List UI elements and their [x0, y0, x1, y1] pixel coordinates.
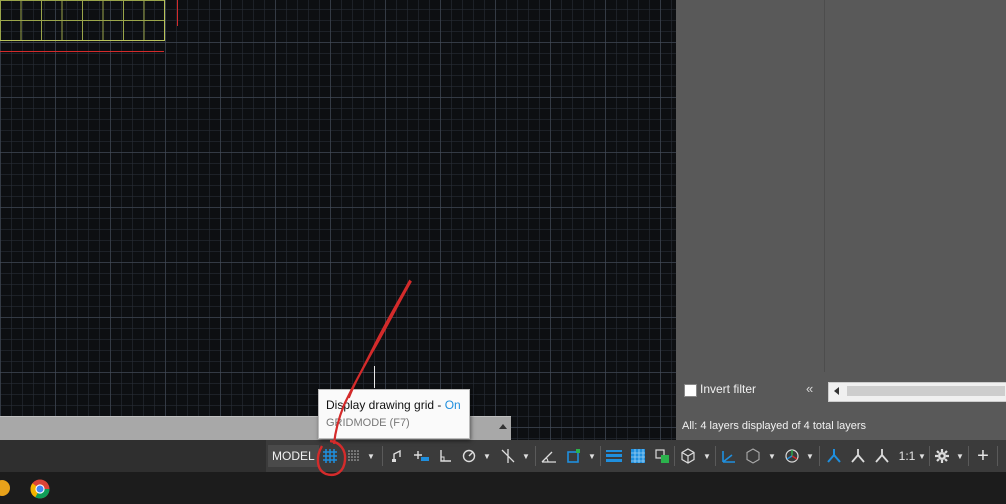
scrollbar-thumb[interactable]	[847, 386, 1005, 396]
dynamic-input-icon[interactable]	[410, 445, 432, 467]
tooltip-state: On	[444, 398, 461, 412]
windows-taskbar	[0, 472, 1006, 504]
gizmo-dropdown-chevron-icon[interactable]: ▼	[803, 445, 817, 467]
status-separator	[997, 446, 998, 466]
object-snap-tracking-icon[interactable]	[538, 445, 560, 467]
workspace-gear-icon[interactable]	[931, 445, 953, 467]
grid-tooltip: Display drawing grid - On GRIDMODE (F7)	[318, 389, 470, 439]
dimension-line-horizontal	[0, 51, 164, 52]
isometric-drafting-icon[interactable]	[497, 445, 519, 467]
chrome-icon[interactable]	[30, 479, 50, 499]
annotation-visibility-icon[interactable]	[823, 445, 845, 467]
layer-list-horizontal-scrollbar[interactable]	[828, 382, 1006, 402]
dynamic-ucs-icon[interactable]	[718, 445, 740, 467]
selection-filter-chevron-icon[interactable]: ▼	[765, 445, 779, 467]
collapse-filter-tree-icon[interactable]: «	[806, 381, 813, 396]
status-separator	[929, 446, 930, 466]
snap-dropdown-chevron-icon[interactable]: ▼	[364, 445, 378, 467]
invert-filter-checkbox[interactable]	[684, 384, 697, 397]
drawing-canvas[interactable]	[0, 0, 676, 440]
crosshair-cursor	[374, 366, 375, 388]
selection-filter-icon[interactable]	[742, 445, 764, 467]
status-separator	[382, 446, 383, 466]
auto-scale-icon[interactable]	[847, 445, 869, 467]
gizmo-icon[interactable]	[781, 445, 803, 467]
polar-dropdown-chevron-icon[interactable]: ▼	[480, 445, 494, 467]
customization-plus-icon[interactable]: +	[972, 445, 994, 467]
infer-constraints-icon[interactable]	[386, 445, 408, 467]
grid-display-icon[interactable]	[319, 445, 341, 467]
app-icon[interactable]	[0, 480, 10, 496]
polar-tracking-icon[interactable]	[458, 445, 480, 467]
status-separator	[968, 446, 969, 466]
workspace-dropdown-chevron-icon[interactable]: ▼	[953, 445, 967, 467]
scale-dropdown-chevron-icon[interactable]: ▼	[916, 445, 928, 467]
scroll-left-arrow-icon[interactable]	[834, 387, 839, 395]
annotation-scale-icon[interactable]	[871, 445, 893, 467]
tooltip-command: GRIDMODE (F7)	[326, 417, 410, 429]
lineweight-icon[interactable]	[603, 445, 625, 467]
dimension-line-vertical	[177, 0, 178, 26]
panel-divider[interactable]	[824, 0, 825, 372]
status-separator	[674, 446, 675, 466]
model-space-button[interactable]: MODEL	[268, 445, 319, 467]
invert-filter-label: Invert filter	[700, 382, 757, 396]
layers-status-text: All: 4 layers displayed of 4 total layer…	[682, 420, 867, 432]
tooltip-title: Display drawing grid - On	[326, 398, 461, 412]
3dosnap-dropdown-chevron-icon[interactable]: ▼	[700, 445, 714, 467]
ortho-mode-icon[interactable]	[434, 445, 456, 467]
isometric-dropdown-chevron-icon[interactable]: ▼	[519, 445, 533, 467]
transparency-icon[interactable]	[627, 445, 649, 467]
scroll-up-arrow-icon[interactable]	[499, 424, 507, 429]
status-separator	[535, 446, 536, 466]
status-bar: MODEL ▼ ▼ ▼ ▼ ▼ ▼ ▼ 1:1 ▼ ▼ +	[0, 440, 1006, 472]
status-bar-left-area	[0, 440, 266, 472]
status-separator	[715, 446, 716, 466]
3d-object-snap-icon[interactable]	[677, 445, 699, 467]
layer-properties-panel: Invert filter « All: 4 layers displayed …	[676, 0, 1006, 440]
osnap-dropdown-chevron-icon[interactable]: ▼	[585, 445, 599, 467]
filter-row: Invert filter «	[676, 378, 1006, 402]
drawing-sheet-grid	[0, 0, 165, 41]
snap-mode-icon[interactable]	[343, 445, 365, 467]
selection-cycling-icon[interactable]	[651, 445, 673, 467]
status-separator	[819, 446, 820, 466]
object-snap-icon[interactable]	[562, 445, 584, 467]
status-separator	[600, 446, 601, 466]
